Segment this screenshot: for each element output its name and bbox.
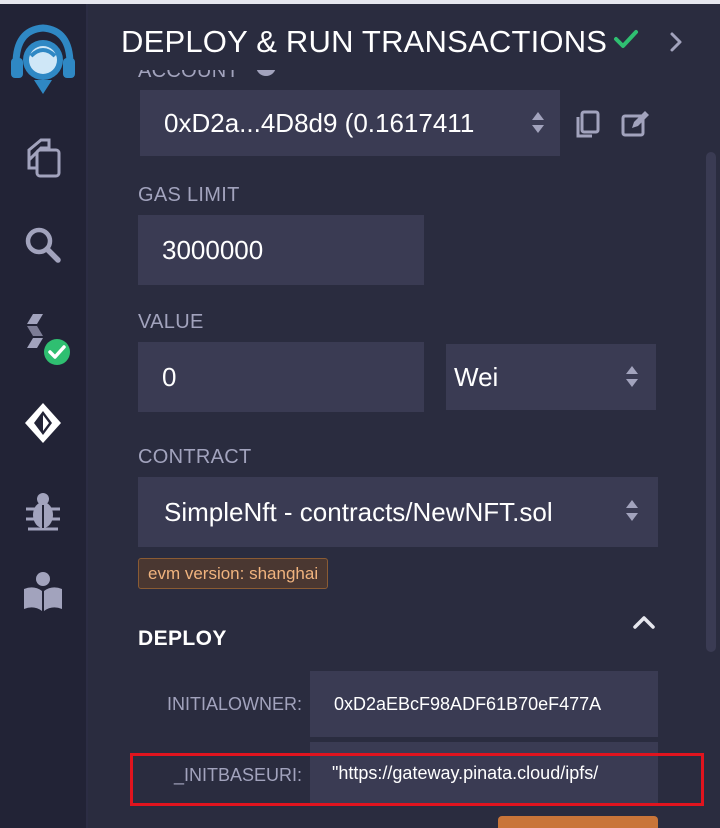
deploy-run-panel: DEPLOY & RUN TRANSACTIONS ACCOUNT DEPLOY… [88, 4, 720, 828]
icon-sidebar [0, 4, 86, 828]
contract-select-arrows [626, 500, 638, 521]
param-label-initialowner: INITIALOWNER: [166, 694, 302, 714]
learneth-icon[interactable] [0, 568, 86, 614]
search-icon[interactable] [0, 220, 86, 270]
value-unit: Wei [454, 361, 499, 392]
panel-scrollbar[interactable] [706, 152, 716, 652]
deploy-run-icon[interactable] [0, 398, 86, 448]
account-select-arrows [532, 112, 544, 133]
transact-button[interactable] [498, 816, 658, 828]
check-icon-overlay [613, 28, 639, 55]
value-label: VALUE [138, 311, 204, 333]
gas-limit-value: 3000000 [162, 234, 264, 265]
value-amount: 0 [162, 361, 177, 392]
solidity-compiler-icon[interactable] [0, 308, 86, 368]
gas-limit-label: GAS LIMIT [138, 184, 240, 206]
file-explorer-icon[interactable] [0, 132, 86, 182]
deploy-heading: DEPLOY [138, 627, 227, 650]
value-unit-select[interactable]: Wei [446, 344, 656, 410]
gas-limit-input[interactable]: 3000000 [138, 215, 424, 285]
copy-icon[interactable] [574, 110, 600, 143]
param-input-initialowner[interactable]: 0xD2aEBcF98ADF61B70eF477A [310, 671, 658, 737]
chevron-right-icon-overlay[interactable] [668, 31, 684, 58]
highlight-box [130, 753, 704, 806]
contract-label: CONTRACT [138, 446, 252, 468]
value-input[interactable]: 0 [138, 342, 424, 412]
account-select[interactable]: 0xD2a...4D8d9 (0.1617411 [140, 90, 560, 156]
chevron-up-icon[interactable] [632, 614, 656, 635]
debugger-icon[interactable] [0, 488, 86, 534]
contract-select[interactable]: SimpleNft - contracts/NewNFT.sol [138, 477, 658, 547]
evm-version-badge: evm version: shanghai [138, 558, 329, 589]
account-value: 0xD2a...4D8d9 (0.1617411 [164, 107, 475, 138]
unit-select-arrows [626, 366, 638, 387]
contract-selected: SimpleNft - contracts/NewNFT.sol [164, 496, 553, 527]
edit-icon[interactable] [620, 110, 650, 143]
panel-title-overlay: DEPLOY & RUN TRANSACTIONS [121, 24, 608, 59]
param-value-initialowner: 0xD2aEBcF98ADF61B70eF477A [334, 693, 602, 714]
remix-logo-icon[interactable] [0, 20, 86, 100]
